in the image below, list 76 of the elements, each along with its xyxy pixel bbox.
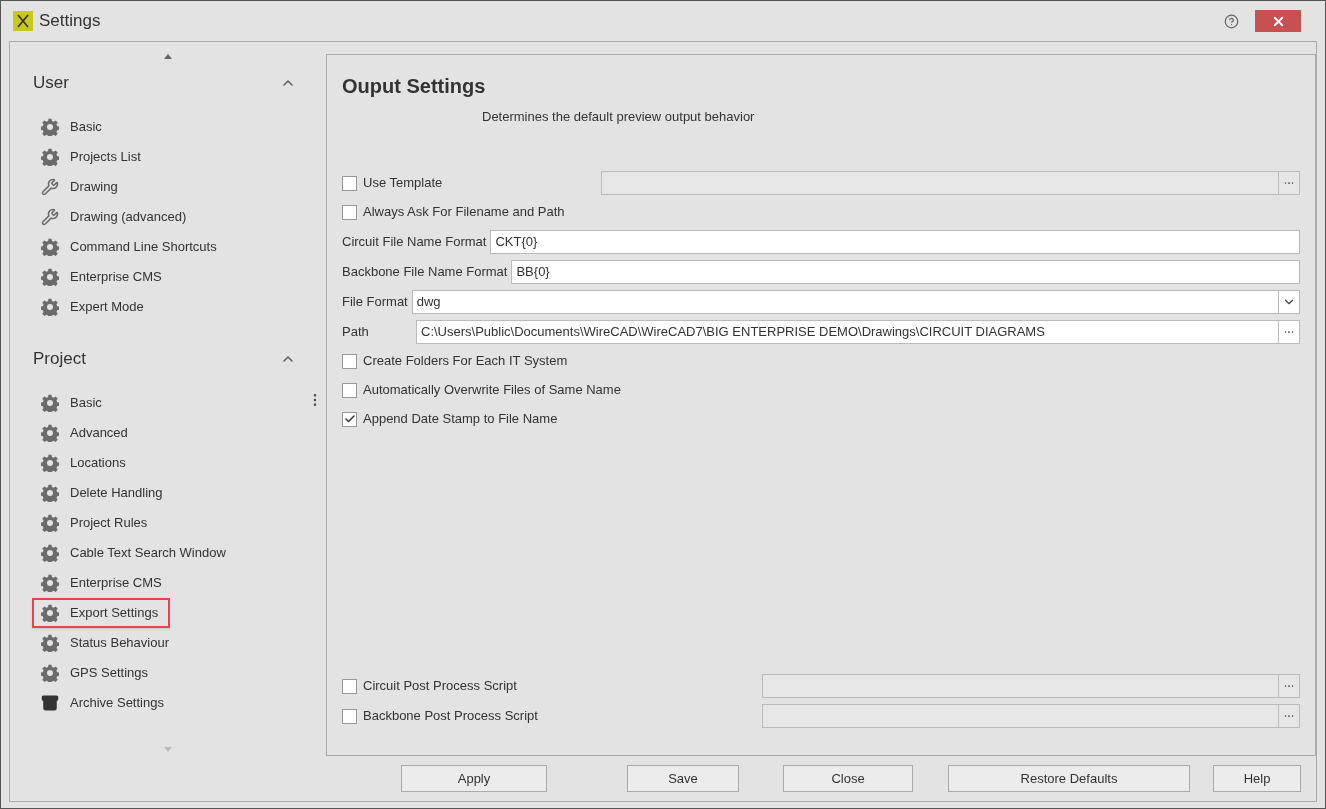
gear-icon [41,268,59,286]
gear-icon [41,238,59,256]
dialog-button[interactable]: Restore Defaults [948,765,1190,792]
gear-icon [41,664,59,682]
sidebar-item[interactable]: Locations [32,448,138,478]
gear-icon [41,574,59,592]
gear-icon [41,118,59,136]
checkbox-label: Append Date Stamp to File Name [363,410,558,429]
gear-icon [41,484,59,502]
sidebar-item[interactable]: Basic [32,112,114,142]
help-icon[interactable] [1224,13,1239,29]
checkbox[interactable] [342,708,357,724]
gear-icon [41,454,59,472]
sidebar-item[interactable]: Status Behaviour [32,628,181,658]
field-label: Backbone File Name Format [342,262,508,281]
checkbox-label: Create Folders For Each IT System [363,352,568,371]
sidebar-item[interactable]: Basic [32,388,114,418]
dialog-button[interactable]: Help [1213,765,1301,792]
dialog-button[interactable]: Save [627,765,739,792]
window-title: Settings [39,10,101,33]
field-label: File Format [342,292,408,311]
panel-subtitle: Determines the default preview output behavior [482,108,756,126]
close-button[interactable] [1255,10,1301,32]
path-field[interactable]: C:\Users\Public\Documents\WireCAD\WireCAD7\BIG ENTERPRISE DEMO\Drawings\CIRCUIT DIAGRAMS [416,319,1300,344]
template-field[interactable] [601,171,1300,195]
checkbox[interactable] [342,353,357,369]
checkbox[interactable] [342,204,357,220]
sidebar-item[interactable]: GPS Settings [32,658,161,688]
script-field[interactable] [762,704,1300,728]
field-label: Circuit File Name Format [342,232,487,251]
sidebar-item[interactable]: Archive Settings [32,688,176,718]
scroll-down-icon[interactable] [164,747,172,752]
panel-title: Ouput Settings [342,74,487,99]
checkbox-label: Backbone Post Process Script [363,707,538,726]
checkbox[interactable] [342,382,357,398]
gear-icon [41,634,59,652]
scroll-up-icon[interactable] [164,54,172,59]
gear-icon [41,394,59,412]
checkbox[interactable] [342,175,357,191]
wrench-icon [41,208,59,226]
app-logo-icon [13,11,33,31]
gear-icon [41,544,59,562]
format-dropdown[interactable]: dwg [411,289,1300,314]
sidebar-item[interactable]: Expert Mode [32,292,156,322]
checkbox-label: Circuit Post Process Script [363,677,517,696]
field-label: Path [342,322,370,341]
gear-icon [41,514,59,532]
checkbox-label: Automatically Overwrite Files of Same Name [363,381,621,400]
sidebar-item[interactable]: Enterprise CMS [32,568,174,598]
wrench-icon [41,178,59,196]
text-field[interactable]: CKT{0} [490,229,1300,254]
gear-icon [41,604,59,622]
checkbox-label: Use Template [363,174,443,193]
section-title: User [33,72,69,95]
dialog-button[interactable]: Apply [401,765,547,792]
sidebar-item[interactable]: Project Rules [32,508,160,538]
sidebar-item[interactable]: Enterprise CMS [32,262,174,292]
gear-icon [41,424,59,442]
gear-icon [41,148,59,166]
archive-icon [41,694,59,712]
gear-icon [41,298,59,316]
sidebar-item[interactable]: Cable Text Search Window [32,538,238,568]
text-field[interactable]: BB{0} [511,259,1300,284]
sidebar-item[interactable]: Advanced [32,418,140,448]
sidebar-item[interactable]: Drawing [32,172,130,202]
sidebar-item[interactable]: Drawing (advanced) [32,202,199,232]
dialog-button[interactable]: Close [783,765,913,792]
section-title: Project [33,348,86,371]
checkbox[interactable] [342,678,357,694]
sidebar-item[interactable]: Delete Handling [32,478,175,508]
sidebar-item[interactable]: Export Settings [32,598,171,628]
sidebar-item[interactable]: Projects List [32,142,153,172]
script-field[interactable] [762,674,1300,698]
checkbox[interactable] [342,411,357,427]
sidebar-item[interactable]: Command Line Shortcuts [32,232,229,262]
checkbox-label: Always Ask For Filename and Path [363,203,565,222]
